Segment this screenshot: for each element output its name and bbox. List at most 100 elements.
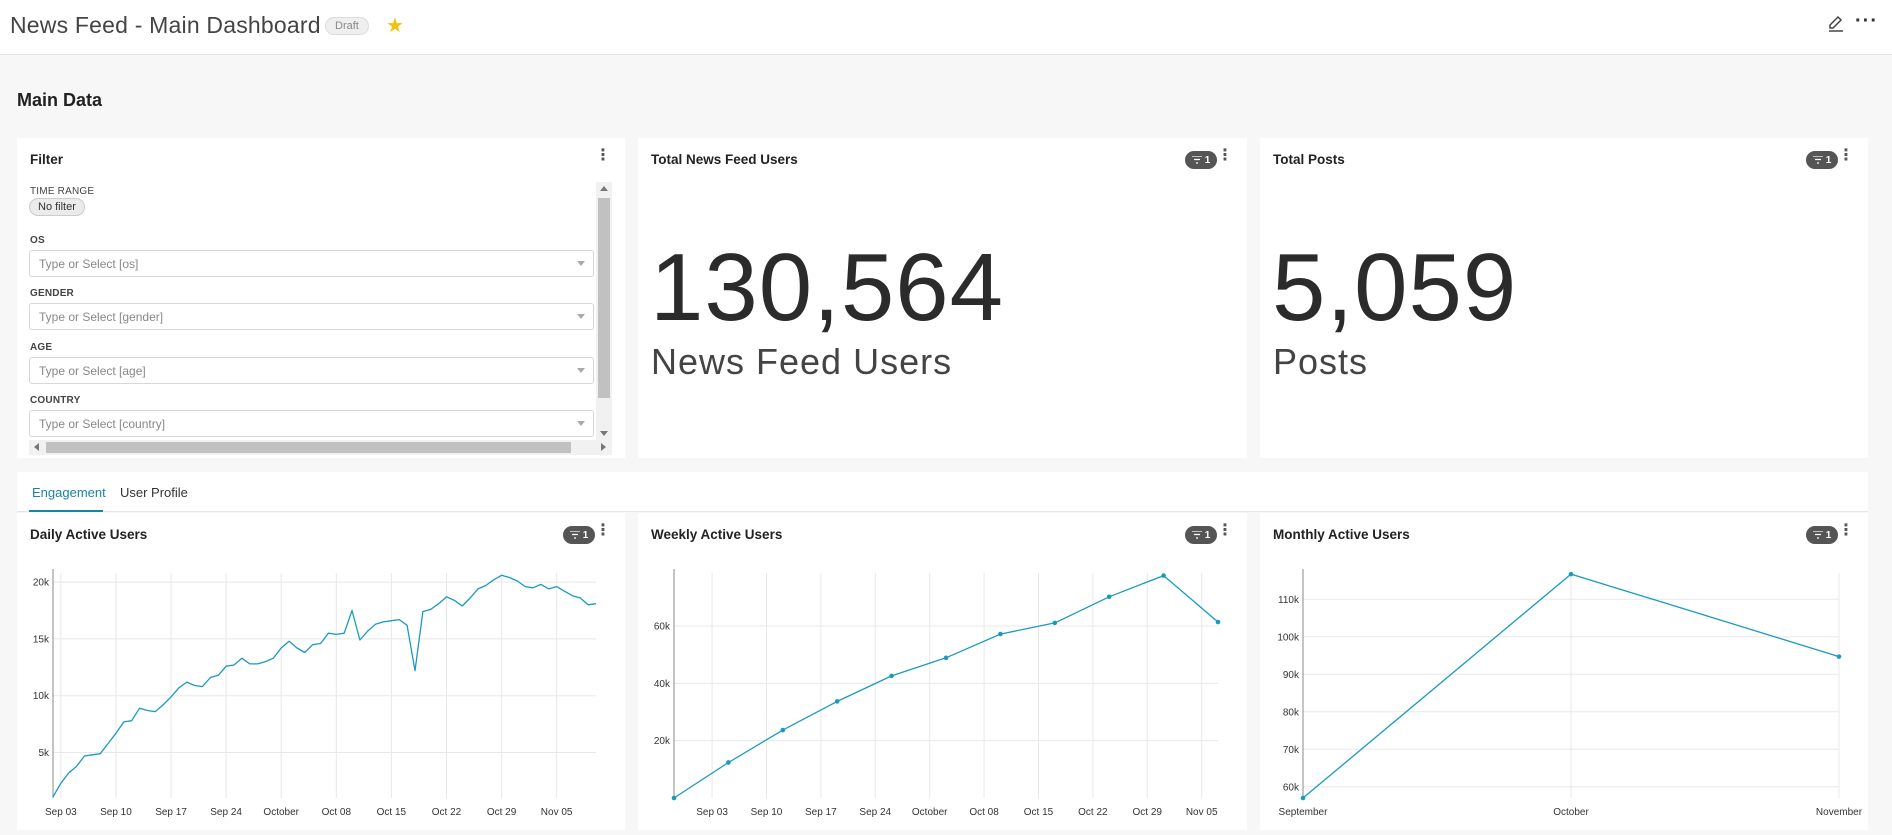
scroll-down-icon[interactable]	[600, 431, 608, 436]
country-label: COUNTRY	[30, 395, 81, 406]
star-icon[interactable]: ★	[386, 13, 404, 38]
gender-select[interactable]: Type or Select [gender]	[29, 303, 594, 330]
data-point	[943, 655, 949, 661]
y-tick-label: 80k	[1283, 707, 1300, 718]
gender-label: GENDER	[30, 288, 74, 299]
filter-badge[interactable]: 1	[1806, 151, 1838, 169]
age-select[interactable]: Type or Select [age]	[29, 357, 594, 384]
age-select-placeholder: Type or Select [age]	[39, 364, 146, 378]
chart-panel-daily: Daily Active Users 1 ⋮ 5k 10k 15k 20k Sep 03…	[17, 513, 625, 830]
kpi-users-subheader: News Feed Users	[651, 341, 953, 382]
filter-panel-title: Filter	[30, 152, 64, 167]
gender-select-placeholder: Type or Select [gender]	[39, 310, 164, 324]
scroll-left-icon[interactable]	[34, 443, 39, 451]
data-point	[1300, 795, 1306, 801]
kpi-posts-subheader: Posts	[1273, 341, 1369, 382]
monthly-active-users-chart: 60k 70k 80k 90k 100k 110k September October Nove…	[1277, 569, 1863, 818]
filter-panel: Filter ⋮ TIME RANGE No filter OS Type or…	[17, 138, 625, 458]
y-tick-label: 10k	[33, 691, 50, 702]
filter-icon	[1191, 156, 1202, 164]
dashboard-header: News Feed - Main Dashboard Draft ★ ···	[0, 0, 1892, 55]
x-tick-label: Sep 10	[100, 807, 132, 818]
x-tick-label: Sep 17	[155, 807, 187, 818]
x-tick-label: Sep 17	[805, 807, 837, 818]
x-tick-label: Oct 29	[487, 807, 517, 818]
data-point	[1836, 654, 1842, 659]
x-tick-label: September	[1279, 807, 1329, 818]
series-line	[52, 574, 597, 798]
x-tick-label: Oct 08	[322, 807, 352, 818]
data-point	[780, 727, 786, 733]
more-options-icon[interactable]: ···	[1855, 10, 1878, 33]
section-title: Main Data	[17, 90, 103, 110]
draft-badge: Draft	[325, 17, 369, 35]
data-point	[998, 631, 1003, 637]
data-point	[889, 673, 894, 679]
y-tick-label: 90k	[1283, 670, 1300, 681]
x-tick-label: Sep 24	[859, 807, 891, 818]
scroll-right-icon[interactable]	[601, 443, 606, 451]
time-range-label: TIME RANGE	[30, 186, 95, 197]
x-tick-label: Oct 15	[377, 807, 407, 818]
horizontal-scroll-thumb[interactable]	[46, 442, 571, 453]
x-tick-label: Oct 22	[432, 807, 462, 818]
horizontal-scrollbar[interactable]	[29, 440, 612, 455]
weekly-active-users-chart: 20k 40k 60k Sep 03 Sep 10 Sep 17 Sep 24 October…	[654, 569, 1221, 818]
vertical-scrollbar[interactable]	[596, 182, 612, 440]
filter-icon	[1812, 156, 1823, 164]
kpi-users-value: 130,564	[650, 234, 1005, 341]
vertical-scroll-thumb[interactable]	[598, 198, 610, 398]
chart-panel-weekly: Weekly Active Users 1 ⋮ 20k 40k 60k Sep 03 S…	[638, 513, 1247, 830]
chart-panel-monthly: Monthly Active Users 1 ⋮ 60k 70k 80k 90k 100…	[1260, 513, 1868, 830]
os-label: OS	[30, 235, 45, 246]
pencil-icon[interactable]	[1826, 13, 1846, 33]
x-tick-label: October	[912, 807, 948, 818]
y-tick-label: 100k	[1277, 632, 1300, 643]
x-tick-label: Sep 03	[45, 807, 77, 818]
kpi-posts-title: Total Posts	[1273, 152, 1345, 167]
y-tick-label: 110k	[1278, 595, 1300, 606]
os-select-placeholder: Type or Select [os]	[39, 257, 139, 271]
kpi-posts-menu-icon[interactable]: ⋮	[1838, 148, 1854, 164]
data-point	[1568, 571, 1574, 577]
x-tick-label: Oct 15	[1024, 807, 1054, 818]
country-select[interactable]: Type or Select [country]	[29, 410, 594, 437]
chevron-down-icon	[577, 261, 585, 266]
y-tick-label: 20k	[33, 578, 50, 589]
data-point	[1106, 594, 1112, 600]
y-tick-label: 20k	[654, 736, 671, 747]
kpi-posts-value: 5,059	[1272, 234, 1518, 341]
x-tick-label: Sep 03	[696, 807, 728, 818]
y-tick-label: 5k	[38, 748, 50, 759]
series-line	[673, 574, 1219, 799]
x-tick-label: Oct 22	[1078, 807, 1108, 818]
kpi-card-posts: Total Posts 1 ⋮ 5,059 Posts	[1260, 138, 1868, 458]
tab-user-profile[interactable]: User Profile	[120, 485, 188, 500]
dashboard-title[interactable]: News Feed - Main Dashboard	[10, 12, 321, 39]
x-tick-label: October	[263, 807, 299, 818]
time-range-pill[interactable]: No filter	[29, 198, 85, 216]
y-tick-label: 40k	[654, 679, 671, 690]
daily-active-users-chart: 5k 10k 15k 20k Sep 03 Sep 10 Sep 17 Sep 24 Octob…	[33, 569, 597, 818]
filter-badge-count: 1	[1204, 154, 1211, 166]
scroll-up-icon[interactable]	[600, 186, 608, 191]
kpi-users-menu-icon[interactable]: ⋮	[1217, 148, 1233, 164]
filter-panel-menu-icon[interactable]: ⋮	[595, 148, 611, 164]
data-point	[1052, 620, 1058, 626]
data-point	[1161, 573, 1166, 578]
data-point	[834, 699, 840, 704]
y-tick-label: 70k	[1283, 745, 1300, 756]
x-tick-label: Nov 05	[1186, 807, 1218, 818]
x-tick-label: Nov 05	[541, 807, 573, 818]
chevron-down-icon	[577, 314, 585, 319]
kpi-users-title: Total News Feed Users	[651, 152, 798, 167]
y-tick-label: 60k	[654, 622, 671, 633]
x-tick-label: Oct 08	[969, 807, 999, 818]
country-select-placeholder: Type or Select [country]	[39, 417, 166, 431]
os-select[interactable]: Type or Select [os]	[29, 250, 594, 277]
chevron-down-icon	[577, 421, 585, 426]
tab-engagement[interactable]: Engagement	[32, 485, 106, 500]
filter-badge[interactable]: 1	[1185, 151, 1217, 169]
data-point	[671, 795, 677, 801]
x-tick-label: October	[1553, 807, 1589, 818]
